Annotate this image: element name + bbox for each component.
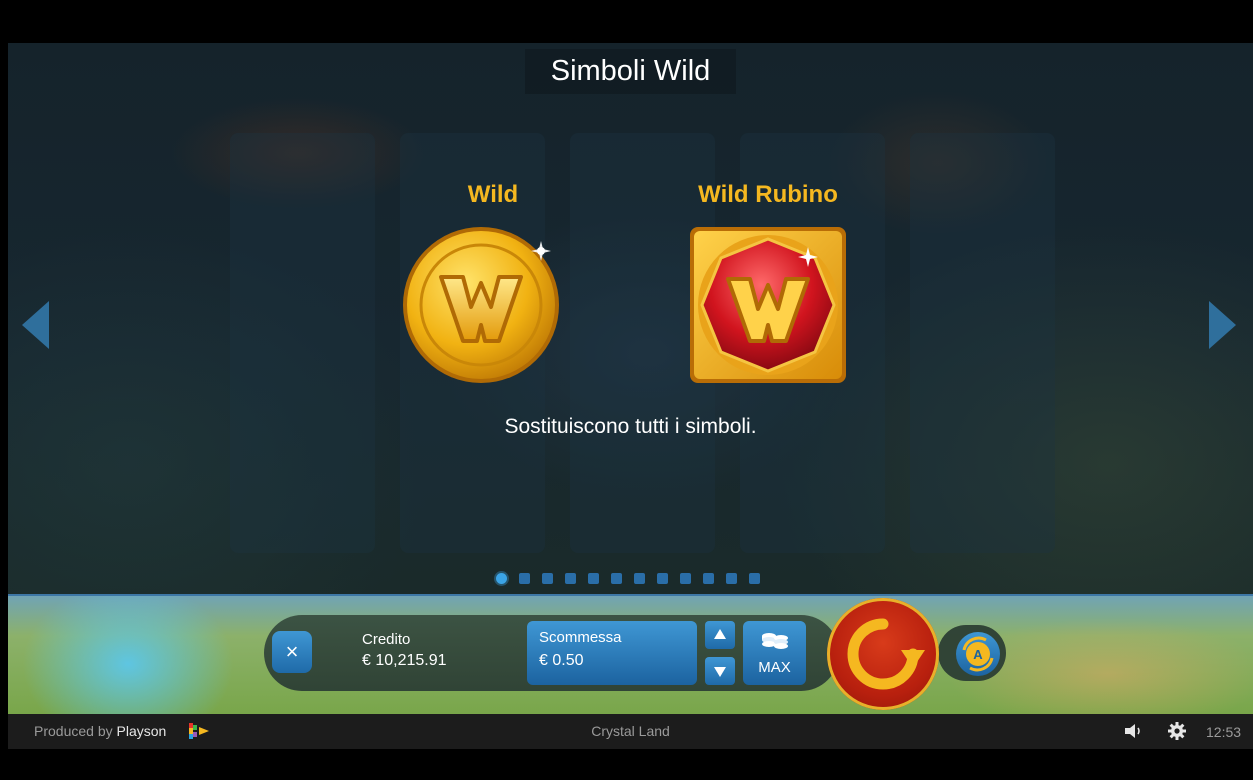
page-dot[interactable] <box>519 573 530 584</box>
credit-value: € 10,215.91 <box>362 652 447 669</box>
control-bar: × Credito € 10,215.91 Scommessa € 0.50 M… <box>8 594 1253 714</box>
symbol-label-wild: Wild <box>467 181 519 208</box>
spin-button[interactable] <box>827 598 939 710</box>
background-reel <box>910 133 1055 553</box>
arrow-down-icon <box>714 667 726 677</box>
page-dot[interactable] <box>749 573 760 584</box>
page-dot[interactable] <box>565 573 576 584</box>
bet-box[interactable]: Scommessa € 0.50 <box>527 621 697 685</box>
previous-page-arrow-icon[interactable] <box>22 301 49 349</box>
help-screen: Simboli Wild Wild Wild Rubino Sostituisc… <box>8 43 1253 594</box>
page-dot[interactable] <box>496 573 507 584</box>
spin-arrow-icon <box>847 618 925 690</box>
bet-label: Scommessa <box>539 629 622 646</box>
page-dot[interactable] <box>703 573 714 584</box>
page-dot[interactable] <box>680 573 691 584</box>
page-dot[interactable] <box>542 573 553 584</box>
bet-decrease-button[interactable] <box>705 657 735 685</box>
gear-icon[interactable] <box>1168 722 1186 740</box>
page-dot[interactable] <box>726 573 737 584</box>
page-title: Simboli Wild <box>524 49 737 94</box>
arrow-up-icon <box>714 629 726 639</box>
speaker-icon[interactable] <box>1125 723 1143 739</box>
autoplay-button[interactable]: A <box>956 632 1000 676</box>
max-bet-button[interactable]: MAX <box>743 621 806 685</box>
footer-bar: Produced by Playson Crystal Land 12:53 <box>8 714 1253 749</box>
bet-increase-button[interactable] <box>705 621 735 649</box>
close-button[interactable]: × <box>272 631 312 673</box>
page-dot[interactable] <box>588 573 599 584</box>
game-name: Crystal Land <box>591 723 670 739</box>
credit-label: Credito <box>362 631 411 648</box>
symbol-label-wild-rubino: Wild Rubino <box>698 181 838 208</box>
next-page-arrow-icon[interactable] <box>1209 301 1236 349</box>
autoplay-icon: A <box>962 636 994 672</box>
page-dot[interactable] <box>611 573 622 584</box>
clock: 12:53 <box>1206 724 1242 740</box>
coins-icon <box>762 633 788 649</box>
pagination-dots <box>496 573 772 585</box>
svg-text:A: A <box>973 647 983 662</box>
background-reel <box>230 133 375 553</box>
wild-coin-icon <box>403 227 559 383</box>
max-label: MAX <box>758 659 791 676</box>
wild-ruby-icon <box>690 227 846 383</box>
page-dot[interactable] <box>657 573 668 584</box>
divider <box>8 594 1253 596</box>
bet-value: € 0.50 <box>539 652 584 669</box>
page-dot[interactable] <box>634 573 645 584</box>
symbol-description: Sostituiscono tutti i simboli. <box>504 415 757 438</box>
